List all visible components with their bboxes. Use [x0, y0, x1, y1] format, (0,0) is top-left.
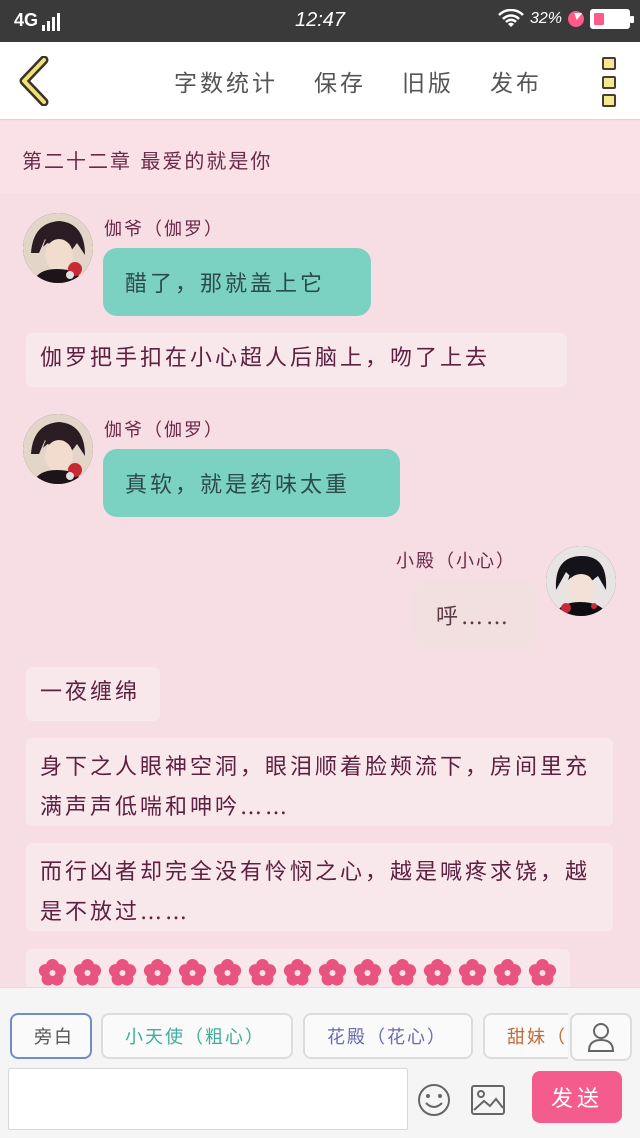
avatar-xiaoxin[interactable] — [546, 546, 616, 616]
role-huadian[interactable]: 花殿（花心） — [303, 1013, 473, 1059]
role-xiaotianshi[interactable]: 小天使（粗心） — [101, 1013, 293, 1059]
narration-block[interactable]: 伽罗把手扣在小心超人后脑上，吻了上去 — [26, 333, 567, 387]
narration-block[interactable]: 身下之人眼神空洞，眼泪顺着脸颊流下，房间里充满声声低喘和呻吟…… — [26, 738, 613, 826]
role-label: 甜妹（ — [507, 1027, 567, 1048]
role-label: 花殿（花心） — [327, 1027, 447, 1048]
flower-icon — [388, 959, 417, 986]
charging-icon — [568, 11, 584, 27]
editor-header: 字数统计 保存 旧版 发布 — [0, 42, 640, 120]
flower-icon — [213, 959, 242, 986]
battery-percent: 32% — [529, 10, 562, 27]
wifi-icon — [498, 9, 524, 27]
avatar-jialuo[interactable] — [23, 414, 93, 484]
flower-divider[interactable] — [26, 949, 570, 987]
avatar-jialuo[interactable] — [23, 213, 93, 283]
back-icon[interactable] — [14, 56, 54, 106]
battery-fill — [594, 13, 604, 25]
compose-bar: 旁白 小天使（粗心） 花殿（花心） 甜妹（ 发送 — [0, 987, 640, 1138]
chapter-title[interactable]: 第二十二章 最爱的就是你 — [0, 121, 640, 193]
more-icon[interactable] — [602, 57, 618, 107]
narration-block[interactable]: 一夜缠绵 — [26, 667, 160, 721]
flower-icon — [458, 959, 487, 986]
word-count-button[interactable]: 字数统计 — [174, 64, 278, 98]
narration-block[interactable]: 而行凶者却完全没有怜悯之心，越是喊疼求饶，越是不放过…… — [26, 843, 613, 931]
flower-icon — [38, 959, 67, 986]
role-label: 旁白 — [34, 1027, 74, 1048]
role-label: 小天使（粗心） — [125, 1027, 265, 1048]
flower-icon — [423, 959, 452, 986]
speaker-name: 伽爷（伽罗） — [104, 420, 224, 441]
old-version-button[interactable]: 旧版 — [402, 64, 454, 98]
flower-icon — [493, 959, 522, 986]
chat-bubble[interactable]: 醋了，那就盖上它 — [103, 248, 371, 316]
chat-bubble-self[interactable]: 呼…… — [414, 581, 536, 649]
send-button[interactable]: 发送 — [532, 1071, 622, 1123]
chat-bubble[interactable]: 真软，就是药味太重 — [103, 449, 400, 517]
speaker-name: 伽爷（伽罗） — [104, 219, 224, 240]
save-button[interactable]: 保存 — [314, 64, 366, 98]
battery-icon — [590, 9, 634, 29]
flower-icon — [248, 959, 277, 986]
flower-icon — [108, 959, 137, 986]
header-menu: 字数统计 保存 旧版 发布 — [174, 64, 542, 98]
role-selector: 旁白 小天使（粗心） 花殿（花心） 甜妹（ — [8, 1013, 568, 1061]
message-input[interactable] — [8, 1068, 408, 1130]
flower-icon — [73, 959, 102, 986]
speaker-name: 小殿（小心） — [396, 551, 516, 572]
status-right: 32% — [498, 9, 634, 29]
flower-icon — [143, 959, 172, 986]
publish-button[interactable]: 发布 — [490, 64, 542, 98]
status-bar: 4G 12:47 32% — [0, 0, 640, 42]
story-content[interactable]: 第二十二章 最爱的就是你 伽爷（伽罗） 醋了，那就盖上它 伽罗把手扣在小心超人后… — [0, 121, 640, 987]
flower-icon — [528, 959, 557, 986]
flower-icon — [318, 959, 347, 986]
flower-icon — [353, 959, 382, 986]
emoji-icon[interactable] — [416, 1082, 452, 1118]
role-tianmei[interactable]: 甜妹（ — [483, 1013, 568, 1059]
role-narrator[interactable]: 旁白 — [10, 1013, 92, 1059]
image-icon[interactable] — [470, 1084, 506, 1116]
flower-icon — [178, 959, 207, 986]
flower-icon — [283, 959, 312, 986]
user-icon[interactable] — [570, 1013, 632, 1061]
